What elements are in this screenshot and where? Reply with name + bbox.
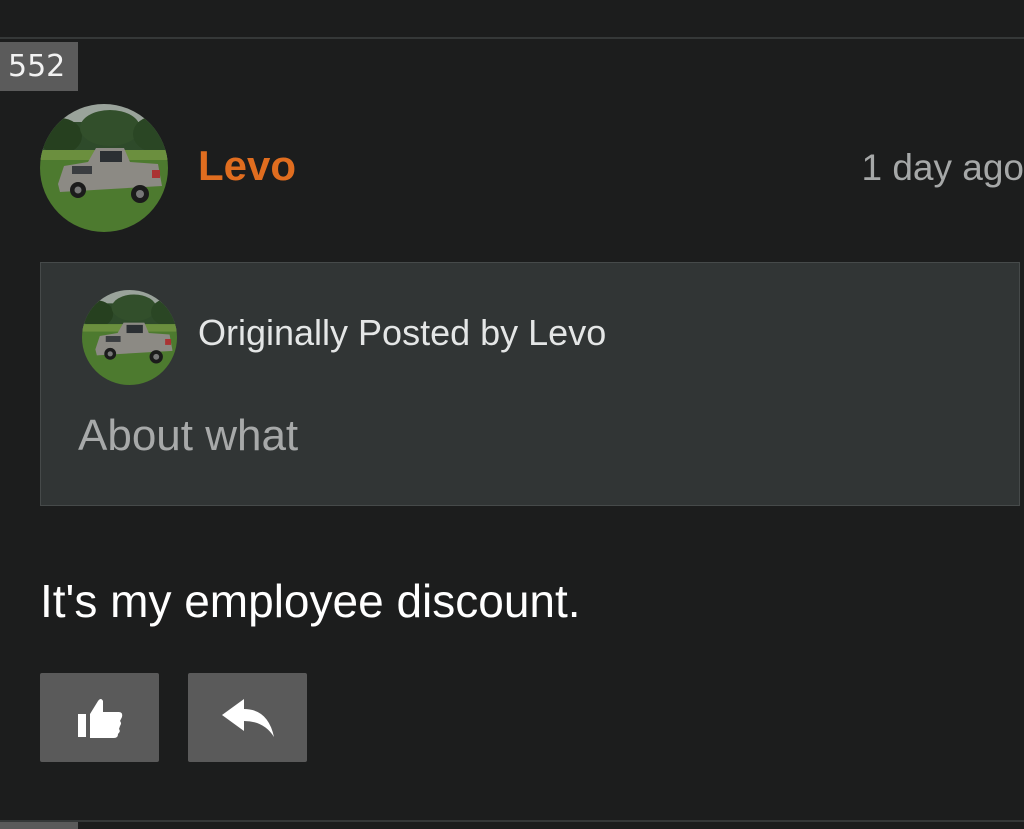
next-post-number-badge — [0, 822, 78, 829]
thumbs-up-icon — [76, 697, 124, 739]
top-divider — [0, 37, 1024, 39]
post-timestamp: 1 day ago — [861, 147, 1024, 188]
forum-post: 552 Levo 1 day ago Originally Posted by … — [0, 0, 1024, 829]
quote-text: About what — [78, 411, 299, 460]
post-body-text: It's my employee discount. — [40, 575, 581, 627]
author-username[interactable]: Levo — [198, 140, 296, 192]
like-button[interactable] — [40, 673, 159, 762]
bottom-divider — [0, 820, 1024, 822]
quoted-author-avatar — [82, 290, 177, 385]
author-avatar[interactable] — [40, 104, 168, 232]
reply-button[interactable] — [188, 673, 307, 762]
post-number-badge: 552 — [0, 42, 78, 91]
reply-arrow-icon — [218, 697, 278, 739]
quote-attribution: Originally Posted by Levo — [198, 312, 607, 353]
quote-block — [40, 262, 1020, 506]
